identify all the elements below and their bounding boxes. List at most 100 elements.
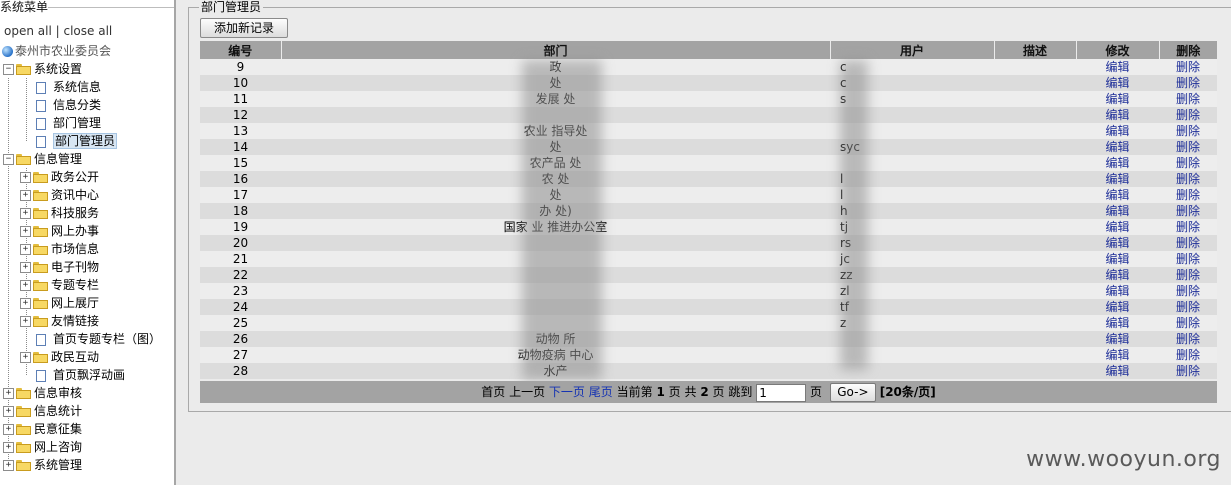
menu-root[interactable]: 泰州市农业委员会	[2, 42, 111, 60]
edit-link[interactable]: 编辑	[1105, 156, 1129, 170]
expand-icon[interactable]: +	[20, 172, 31, 183]
table-row: 22zz编辑删除	[200, 267, 1217, 283]
edit-link[interactable]: 编辑	[1105, 268, 1129, 282]
expand-icon[interactable]: +	[3, 460, 14, 471]
expand-icon[interactable]: +	[3, 424, 14, 435]
menu-item-gov-affairs[interactable]: + 政务公开	[20, 168, 99, 186]
edit-link[interactable]: 编辑	[1105, 204, 1129, 218]
menu-group-info-review[interactable]: + 信息审核	[3, 384, 82, 402]
pager-last-link[interactable]: 尾页	[589, 385, 613, 399]
cell-id: 10	[200, 75, 281, 91]
edit-link[interactable]: 编辑	[1105, 284, 1129, 298]
delete-link[interactable]: 删除	[1176, 188, 1200, 202]
edit-link[interactable]: 编辑	[1105, 92, 1129, 106]
menu-group-online-consult[interactable]: + 网上咨询	[3, 438, 82, 456]
expand-icon[interactable]: +	[3, 406, 14, 417]
header-delete[interactable]: 删除	[1158, 41, 1217, 59]
delete-link[interactable]: 删除	[1176, 204, 1200, 218]
delete-link[interactable]: 删除	[1176, 236, 1200, 250]
menu-item-info-category[interactable]: 信息分类	[36, 96, 101, 114]
edit-link[interactable]: 编辑	[1105, 172, 1129, 186]
expand-icon[interactable]: +	[20, 190, 31, 201]
go-button[interactable]: Go->	[829, 383, 876, 402]
pager-next-link[interactable]: 下一页	[549, 385, 585, 399]
header-user[interactable]: 用户	[829, 41, 994, 59]
delete-link[interactable]: 删除	[1176, 108, 1200, 122]
menu-item-public-interaction[interactable]: + 政民互动	[20, 348, 99, 366]
menu-item-tech-service[interactable]: + 科技服务	[20, 204, 99, 222]
open-all-link[interactable]: open all	[4, 24, 52, 38]
delete-link[interactable]: 删除	[1176, 364, 1200, 378]
delete-link[interactable]: 删除	[1176, 332, 1200, 346]
edit-link[interactable]: 编辑	[1105, 300, 1129, 314]
delete-link[interactable]: 删除	[1176, 60, 1200, 74]
expand-icon[interactable]: +	[20, 262, 31, 273]
edit-link[interactable]: 编辑	[1105, 76, 1129, 90]
menu-item-system-info[interactable]: 系统信息	[36, 78, 101, 96]
add-record-button[interactable]: 添加新记录	[200, 18, 288, 38]
delete-link[interactable]: 删除	[1176, 316, 1200, 330]
cell-desc	[994, 75, 1076, 91]
collapse-icon[interactable]: −	[3, 154, 14, 165]
edit-link[interactable]: 编辑	[1105, 348, 1129, 362]
menu-item-market-info[interactable]: + 市场信息	[20, 240, 99, 258]
delete-link[interactable]: 删除	[1176, 252, 1200, 266]
edit-link[interactable]: 编辑	[1105, 60, 1129, 74]
cell-id-text: 21	[232, 252, 249, 266]
menu-item-friend-links[interactable]: + 友情链接	[20, 312, 99, 330]
menu-item-online-exhibit[interactable]: + 网上展厅	[20, 294, 99, 312]
expand-icon[interactable]: +	[3, 442, 14, 453]
menu-item-online-service[interactable]: + 网上办事	[20, 222, 99, 240]
menu-item-news-center[interactable]: + 资讯中心	[20, 186, 99, 204]
expand-icon[interactable]: +	[20, 208, 31, 219]
menu-item-dept-manage[interactable]: 部门管理	[36, 114, 101, 132]
expand-icon[interactable]: +	[3, 388, 14, 399]
header-edit[interactable]: 修改	[1075, 41, 1159, 59]
edit-link[interactable]: 编辑	[1105, 124, 1129, 138]
delete-link[interactable]: 删除	[1176, 92, 1200, 106]
expand-icon[interactable]: +	[20, 316, 31, 327]
edit-link[interactable]: 编辑	[1105, 188, 1129, 202]
menu-group-public-opinion[interactable]: + 民意征集	[3, 420, 82, 438]
menu-item-dept-admin[interactable]: 部门管理员	[36, 132, 118, 150]
edit-link[interactable]: 编辑	[1105, 236, 1129, 250]
edit-link[interactable]: 编辑	[1105, 364, 1129, 378]
header-id[interactable]: 编号	[200, 41, 281, 59]
delete-link[interactable]: 删除	[1176, 156, 1200, 170]
expand-icon[interactable]: +	[20, 298, 31, 309]
menu-group-system-settings[interactable]: − 系统设置	[3, 60, 82, 78]
delete-link[interactable]: 删除	[1176, 220, 1200, 234]
expand-icon[interactable]: +	[20, 226, 31, 237]
menu-group-info-manage[interactable]: − 信息管理	[3, 150, 82, 168]
cell-id-text: 26	[232, 332, 249, 346]
menu-item-home-float-anim[interactable]: 首页飘浮动画	[36, 366, 125, 384]
menu-item-special-column[interactable]: + 专题专栏	[20, 276, 99, 294]
delete-link[interactable]: 删除	[1176, 268, 1200, 282]
collapse-icon[interactable]: −	[3, 64, 14, 75]
edit-link[interactable]: 编辑	[1105, 140, 1129, 154]
expand-icon[interactable]: +	[20, 280, 31, 291]
expand-icon[interactable]: +	[20, 352, 31, 363]
edit-link[interactable]: 编辑	[1105, 332, 1129, 346]
menu-group-system-manage[interactable]: + 系统管理	[3, 456, 82, 474]
menu-item-home-special-pic[interactable]: 首页专题专栏（图）	[36, 330, 161, 348]
delete-link[interactable]: 删除	[1176, 124, 1200, 138]
delete-link[interactable]: 删除	[1176, 140, 1200, 154]
cell-id: 17	[200, 187, 281, 203]
edit-link[interactable]: 编辑	[1105, 316, 1129, 330]
close-all-link[interactable]: close all	[64, 24, 113, 38]
expand-icon[interactable]: +	[20, 244, 31, 255]
delete-link[interactable]: 删除	[1176, 172, 1200, 186]
edit-link[interactable]: 编辑	[1105, 108, 1129, 122]
header-dept[interactable]: 部门	[280, 41, 830, 59]
edit-link[interactable]: 编辑	[1105, 220, 1129, 234]
delete-link[interactable]: 删除	[1176, 348, 1200, 362]
menu-group-info-stats[interactable]: + 信息统计	[3, 402, 82, 420]
delete-link[interactable]: 删除	[1176, 76, 1200, 90]
edit-link[interactable]: 编辑	[1105, 252, 1129, 266]
page-jump-input[interactable]	[756, 383, 807, 402]
header-desc[interactable]: 描述	[993, 41, 1076, 59]
delete-link[interactable]: 删除	[1176, 284, 1200, 298]
menu-item-e-journal[interactable]: + 电子刊物	[20, 258, 99, 276]
delete-link[interactable]: 删除	[1176, 300, 1200, 314]
